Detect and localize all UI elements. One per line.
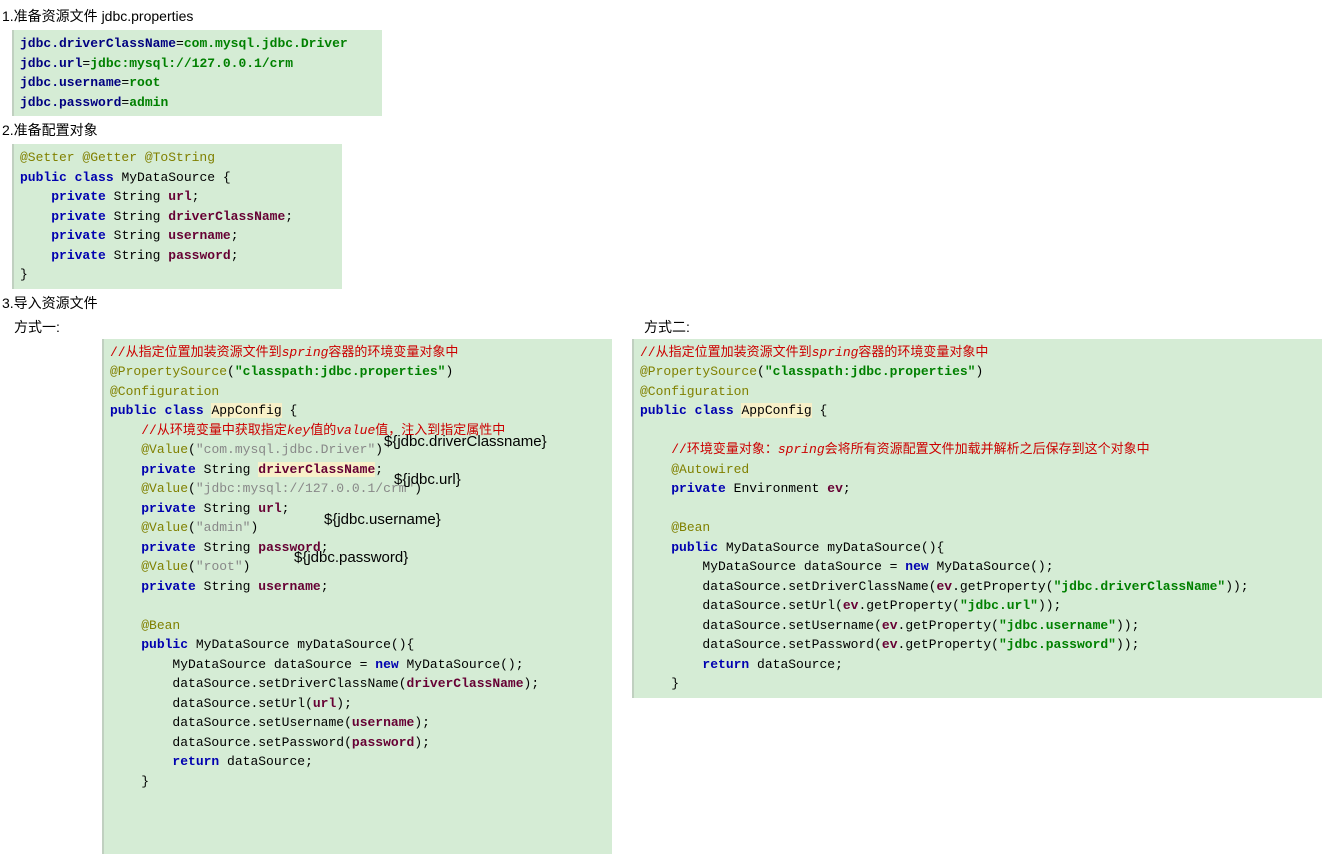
overlay-username: ${jdbc.username} <box>324 509 441 532</box>
section2-title: 2.准备配置对象 <box>2 120 1322 140</box>
way2-label: 方式二: <box>644 317 1322 337</box>
appconfig-way2-code: //从指定位置加装资源文件到spring容器的环境变量对象中 @Property… <box>632 339 1322 698</box>
properties-code-block: jdbc.driverClassName=com.mysql.jdbc.Driv… <box>12 30 382 116</box>
section1-title: 1.准备资源文件 jdbc.properties <box>2 6 1322 26</box>
section3-title: 3.导入资源文件 <box>2 293 1322 313</box>
way1-label: 方式一: <box>14 317 612 337</box>
appconfig-way1-code: //从指定位置加装资源文件到spring容器的环境变量对象中 @Property… <box>102 339 612 854</box>
java-class-code-block: @Setter @Getter @ToString public class M… <box>12 144 342 289</box>
two-column-row: 方式一: //从指定位置加装资源文件到spring容器的环境变量对象中 @Pro… <box>2 317 1322 854</box>
